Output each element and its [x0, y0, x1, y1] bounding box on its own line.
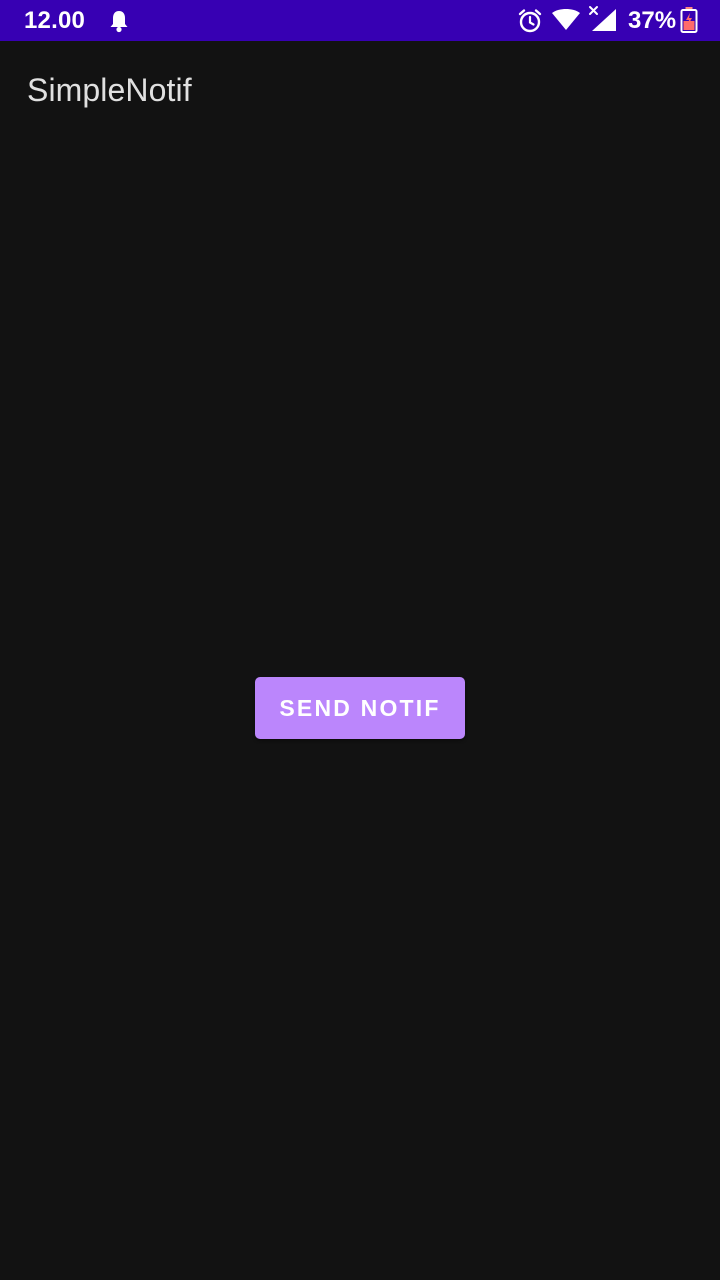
cell-signal-icon	[589, 6, 616, 31]
send-notif-button[interactable]: SEND NOTIF	[255, 677, 465, 739]
battery-percent: 37%	[628, 7, 677, 34]
app-title: SimpleNotif	[27, 72, 192, 108]
alarm-icon	[518, 9, 542, 33]
wifi-icon	[552, 9, 580, 30]
bell-icon	[110, 11, 128, 33]
status-time: 12.00	[24, 7, 86, 34]
status-bar: 12.00 37%	[0, 0, 720, 41]
battery-icon	[680, 7, 698, 33]
